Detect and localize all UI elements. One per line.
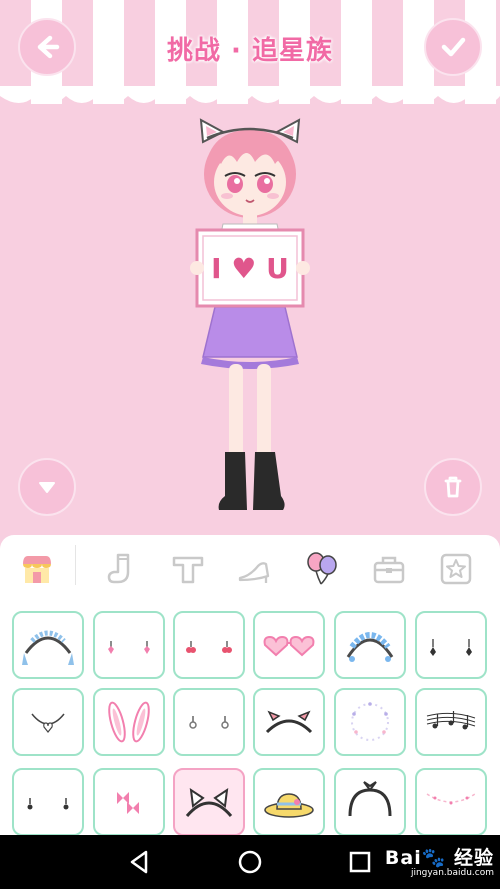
confirm-button[interactable] bbox=[424, 18, 482, 76]
drop-earrings-icon bbox=[430, 639, 472, 656]
sock-icon bbox=[107, 553, 130, 584]
item-drop-earrings[interactable] bbox=[415, 611, 487, 679]
triangle-down-icon bbox=[39, 482, 55, 493]
tab-socks[interactable] bbox=[99, 547, 143, 591]
page-title: 挑战 · 追星族 bbox=[167, 36, 333, 66]
watermark-brand: Bai🐾 经验 bbox=[384, 847, 494, 869]
checkmark-icon bbox=[441, 37, 466, 57]
trash-icon bbox=[444, 476, 462, 498]
tab-shop[interactable] bbox=[15, 547, 59, 591]
bag-icon bbox=[373, 556, 405, 584]
item-cat-ears[interactable] bbox=[173, 768, 245, 835]
awning-scallop bbox=[0, 86, 500, 103]
item-bandana-headband[interactable] bbox=[334, 768, 406, 835]
nav-back-icon[interactable] bbox=[124, 846, 156, 878]
tab-shoes[interactable] bbox=[233, 547, 277, 591]
baidu-watermark: Bai🐾 经验 jingyan.baidu.com bbox=[385, 843, 494, 878]
item-heart-glasses[interactable] bbox=[253, 611, 325, 679]
small-earrings-icon bbox=[189, 716, 229, 729]
cherry-earrings-icon bbox=[186, 641, 232, 653]
sign-text: I ♥ U bbox=[211, 252, 289, 285]
nav-home-icon[interactable] bbox=[234, 846, 266, 878]
item-heart-necklace[interactable] bbox=[12, 688, 84, 756]
heart-necklace-icon bbox=[31, 713, 65, 733]
bandana-headband-icon bbox=[348, 781, 392, 817]
heart-glasses-icon bbox=[263, 635, 315, 657]
tab-divider bbox=[75, 545, 76, 585]
bow-headband-icon bbox=[265, 710, 313, 734]
item-lace-headband[interactable] bbox=[334, 611, 406, 679]
item-bunny-ears[interactable] bbox=[93, 688, 165, 756]
arrow-left-icon bbox=[37, 35, 60, 59]
tab-favorites[interactable] bbox=[434, 547, 478, 591]
top-icon bbox=[172, 556, 204, 584]
item-pink-earrings[interactable] bbox=[93, 611, 165, 679]
shoe-icon bbox=[238, 562, 270, 583]
happy-birthday-icon bbox=[426, 793, 476, 805]
cat-ears-icon bbox=[185, 787, 233, 817]
doll-character: I ♥ U bbox=[190, 118, 310, 510]
tab-tops[interactable] bbox=[166, 547, 210, 591]
item-sparkle-halo[interactable] bbox=[334, 688, 406, 756]
bunny-ears-icon bbox=[108, 701, 150, 743]
straw-hat-icon bbox=[264, 793, 314, 818]
music-notes-icon bbox=[426, 711, 476, 730]
pink-earrings-icon bbox=[108, 641, 150, 654]
lace-headband-icon bbox=[346, 632, 394, 662]
star-icon bbox=[440, 553, 472, 585]
balloon-icon bbox=[307, 552, 337, 585]
bow-clips-icon bbox=[117, 792, 139, 814]
item-maid-headband[interactable] bbox=[12, 611, 84, 679]
tab-bags[interactable] bbox=[367, 547, 411, 591]
item-music-notes[interactable] bbox=[415, 688, 487, 756]
delete-button[interactable] bbox=[424, 458, 482, 516]
item-bow-clips[interactable] bbox=[93, 768, 165, 835]
item-happy-birthday[interactable] bbox=[415, 768, 487, 835]
item-grid bbox=[0, 605, 500, 835]
item-straw-hat[interactable] bbox=[253, 768, 325, 835]
sparkle-halo-icon bbox=[351, 702, 389, 741]
dress-up-stage: 挑战 · 追星族 I ♥ U bbox=[0, 0, 500, 535]
shop-icon bbox=[23, 556, 51, 583]
stud-earrings-icon bbox=[27, 798, 69, 810]
item-cherry-earrings[interactable] bbox=[173, 611, 245, 679]
tab-accessories[interactable] bbox=[300, 547, 344, 591]
maid-headband-icon bbox=[22, 630, 74, 665]
item-small-earrings[interactable] bbox=[173, 688, 245, 756]
item-bow-headband[interactable] bbox=[253, 688, 325, 756]
item-stud-earrings[interactable] bbox=[12, 768, 84, 835]
back-button[interactable] bbox=[18, 18, 76, 76]
collapse-button[interactable] bbox=[18, 458, 76, 516]
nav-recents-icon[interactable] bbox=[344, 846, 376, 878]
